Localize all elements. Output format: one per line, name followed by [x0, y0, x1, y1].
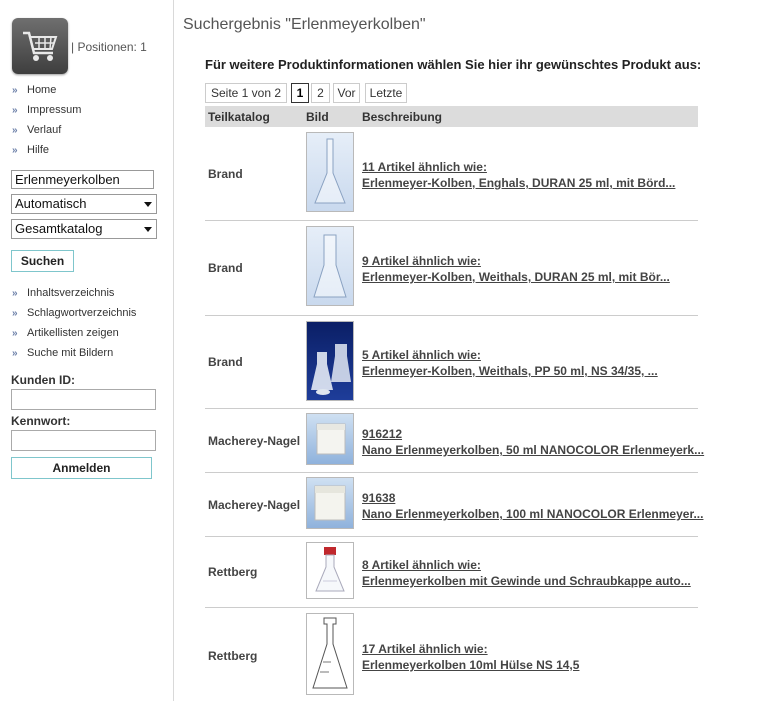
shopping-cart-icon: [23, 31, 58, 61]
row-link-product[interactable]: Erlenmeyer-Kolben, Weithals, DURAN 25 ml…: [362, 269, 670, 285]
row-description[interactable]: 916212 Nano Erlenmeyerkolben, 50 ml NANO…: [362, 426, 704, 458]
login-button[interactable]: Anmelden: [11, 457, 152, 479]
customer-id-label: Kunden ID:: [11, 373, 75, 387]
nav-top: » Home » Impressum » Verlauf » Hilfe: [12, 80, 81, 160]
product-thumbnail[interactable]: [306, 542, 354, 599]
row-link-product[interactable]: Nano Erlenmeyerkolben, 50 ml NANOCOLOR E…: [362, 442, 704, 458]
double-chevron-icon: »: [12, 145, 18, 156]
page-info: Seite 1 von 2: [205, 83, 287, 103]
search-input[interactable]: Erlenmeyerkolben: [11, 170, 154, 189]
row-link-product[interactable]: Nano Erlenmeyerkolben, 100 ml NANOCOLOR …: [362, 506, 703, 522]
row-catalog: Macherey-Nagel: [208, 498, 301, 512]
row-link-title[interactable]: 9 Artikel ähnlich wie:: [362, 253, 670, 269]
nav-item-artikellisten[interactable]: » Artikellisten zeigen: [12, 323, 136, 343]
row-link-title[interactable]: 11 Artikel ähnlich wie:: [362, 159, 675, 175]
row-link-title[interactable]: 8 Artikel ähnlich wie:: [362, 557, 691, 573]
row-description[interactable]: 9 Artikel ähnlich wie: Erlenmeyer-Kolben…: [362, 253, 670, 285]
next-page-link[interactable]: Vor: [333, 83, 360, 103]
password-label: Kennwort:: [11, 414, 71, 428]
dropdown-arrow-icon: [144, 202, 152, 207]
double-chevron-icon: »: [12, 288, 18, 299]
cart-button[interactable]: [12, 18, 68, 74]
double-chevron-icon: »: [12, 125, 18, 136]
nav-item-inhaltsverzeichnis[interactable]: » Inhaltsverzeichnis: [12, 283, 136, 303]
double-chevron-icon: »: [12, 348, 18, 359]
mode-select[interactable]: Automatisch: [11, 194, 157, 214]
product-thumbnail[interactable]: [306, 226, 354, 306]
search-button[interactable]: Suchen: [11, 250, 74, 272]
header-description: Beschreibung: [362, 110, 443, 124]
row-catalog: Macherey-Nagel: [208, 434, 301, 448]
double-chevron-icon: »: [12, 105, 18, 116]
row-catalog: Brand: [208, 261, 243, 275]
header-image: Bild: [306, 110, 329, 124]
nav-item-home[interactable]: » Home: [12, 80, 81, 100]
table-row[interactable]: Macherey-Nagel 916212 Nano Erlenmeyerkol…: [205, 409, 704, 473]
catalog-select[interactable]: Gesamtkatalog: [11, 219, 157, 239]
row-link-product[interactable]: Erlenmeyer-Kolben, Weithals, PP 50 ml, N…: [362, 363, 658, 379]
row-description[interactable]: 17 Artikel ähnlich wie: Erlenmeyerkolben…: [362, 641, 579, 673]
product-thumbnail[interactable]: [306, 613, 354, 695]
table-row[interactable]: Brand 9 Artikel ähnlich wie: Erlenmeyer-…: [205, 221, 698, 316]
row-description[interactable]: 8 Artikel ähnlich wie: Erlenmeyerkolben …: [362, 557, 691, 589]
nav-bottom: » Inhaltsverzeichnis » Schlagwortverzeichn…: [12, 283, 136, 363]
password-input[interactable]: [11, 430, 156, 451]
sidebar: | Positionen: 1 » Home » Impressum » Verlau…: [0, 0, 174, 701]
double-chevron-icon: »: [12, 85, 18, 96]
page-1-link[interactable]: 1: [291, 83, 309, 103]
page-2-link[interactable]: 2: [311, 83, 330, 103]
table-row[interactable]: Rettberg 17 Artikel ähnlich wie: Erlenme…: [205, 608, 698, 700]
header-catalog: Teilkatalog: [208, 110, 270, 124]
table-row[interactable]: Macherey-Nagel 91638 Nano Erlenmeyerkolb…: [205, 473, 703, 537]
product-thumbnail[interactable]: [306, 132, 354, 212]
table-row[interactable]: Brand 11 Artikel ähnlich wie: Erlenmeyer…: [205, 128, 698, 221]
row-catalog: Rettberg: [208, 649, 258, 663]
row-catalog: Rettberg: [208, 565, 258, 579]
product-thumbnail[interactable]: [306, 477, 354, 529]
row-description[interactable]: 11 Artikel ähnlich wie: Erlenmeyer-Kolbe…: [362, 159, 675, 191]
row-link-title[interactable]: 916212: [362, 426, 704, 442]
nav-item-schlagwortverzeichnis[interactable]: » Schlagwortverzeichnis: [12, 303, 136, 323]
table-row[interactable]: Brand 5 Artikel ähnlich wie: Erlenmeyer-…: [205, 316, 698, 409]
row-description[interactable]: 91638 Nano Erlenmeyerkolben, 100 ml NANO…: [362, 490, 703, 522]
nav-item-bildersuche[interactable]: » Suche mit Bildern: [12, 343, 136, 363]
row-link-product[interactable]: Erlenmeyerkolben mit Gewinde und Schraub…: [362, 573, 691, 589]
row-catalog: Brand: [208, 167, 243, 181]
double-chevron-icon: »: [12, 308, 18, 319]
product-thumbnail[interactable]: [306, 321, 354, 401]
customer-id-input[interactable]: [11, 389, 156, 410]
page-subtitle: Für weitere Produktinformationen wählen …: [205, 57, 702, 72]
cart-positions: | Positionen: 1: [71, 40, 147, 54]
row-link-title[interactable]: 91638: [362, 490, 703, 506]
product-thumbnail[interactable]: [306, 413, 354, 465]
row-description[interactable]: 5 Artikel ähnlich wie: Erlenmeyer-Kolben…: [362, 347, 658, 379]
table-row[interactable]: Rettberg 8 Artikel ähnlich wie: Erlenmey…: [205, 537, 698, 608]
page-title: Suchergebnis "Erlenmeyerkolben": [183, 16, 426, 33]
row-link-product[interactable]: Erlenmeyerkolben 10ml Hülse NS 14,5: [362, 657, 579, 673]
nav-item-hilfe[interactable]: » Hilfe: [12, 140, 81, 160]
row-link-product[interactable]: Erlenmeyer-Kolben, Enghals, DURAN 25 ml,…: [362, 175, 675, 191]
row-link-title[interactable]: 5 Artikel ähnlich wie:: [362, 347, 658, 363]
double-chevron-icon: »: [12, 328, 18, 339]
row-link-title[interactable]: 17 Artikel ähnlich wie:: [362, 641, 579, 657]
row-catalog: Brand: [208, 355, 243, 369]
last-page-link[interactable]: Letzte: [365, 83, 407, 103]
nav-item-verlauf[interactable]: » Verlauf: [12, 120, 81, 140]
dropdown-arrow-icon: [144, 227, 152, 232]
nav-item-impressum[interactable]: » Impressum: [12, 100, 81, 120]
results-table-header: Teilkatalog Bild Beschreibung: [205, 106, 698, 127]
